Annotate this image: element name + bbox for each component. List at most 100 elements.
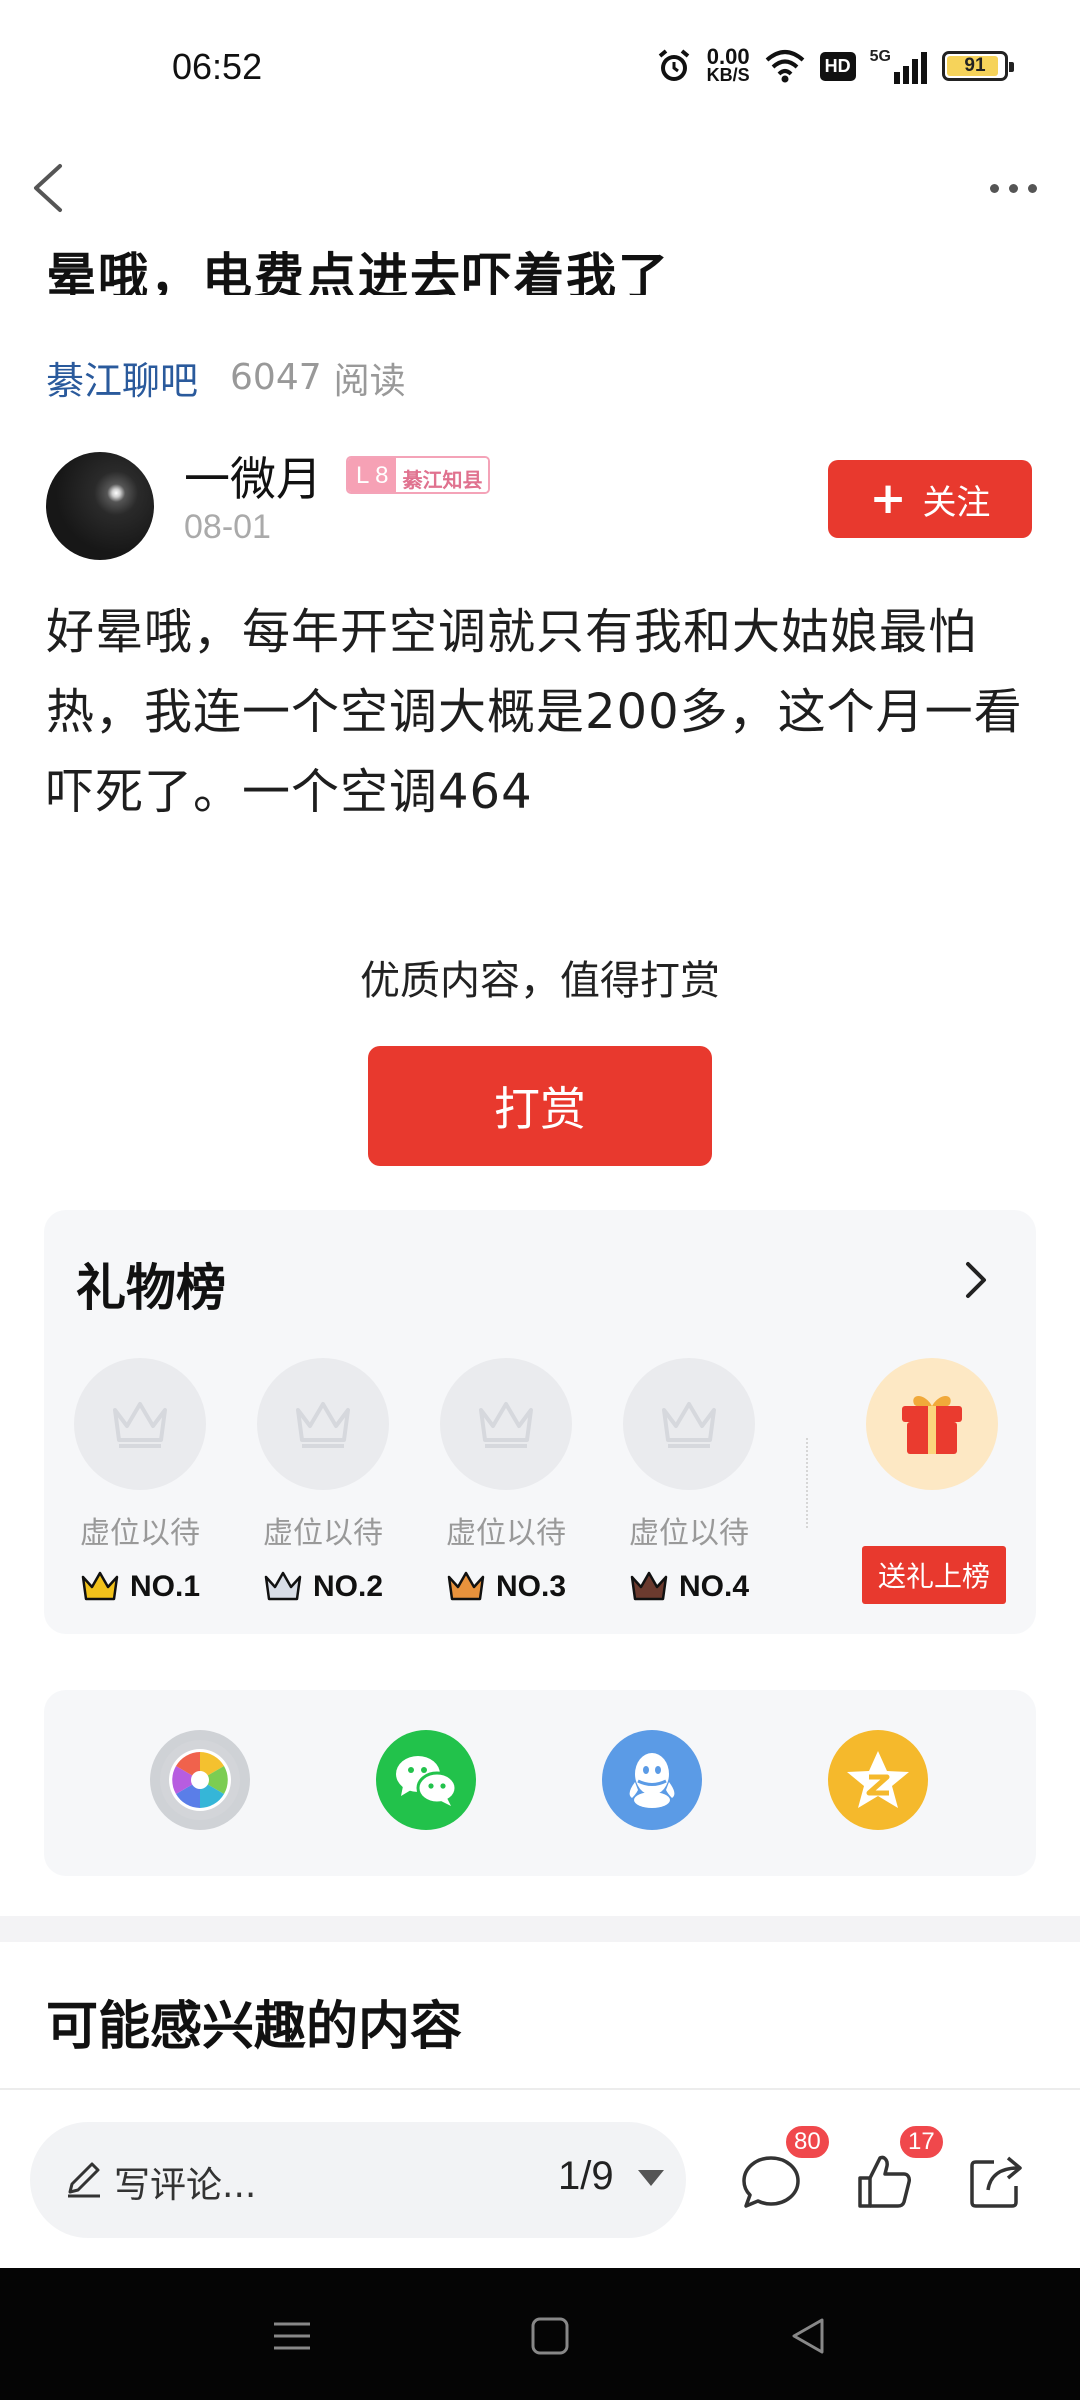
plus-icon: + [869,473,907,524]
net-speed-value: 0.00 [706,44,750,69]
slot-caption: 虚位以待 [263,1516,383,1551]
qq-icon [629,1753,675,1808]
caret-down-icon[interactable] [638,2170,664,2186]
net-speed-unit: KB/S [706,65,750,85]
empty-slot-avatar [623,1358,755,1490]
empty-slot-avatar [257,1358,389,1490]
crown-silver-icon [264,1571,302,1601]
rank-label: NO.4 [678,1570,750,1603]
share-qq-button[interactable] [602,1730,702,1830]
crown-outline-icon [479,1402,533,1448]
gift-slot-1[interactable]: 虚位以待 NO.1 [74,1358,206,1604]
gift-button[interactable] [866,1358,998,1490]
chevron-left-icon [34,164,62,212]
tip-prompt: 优质内容，值得打赏 [360,958,720,1004]
gift-board-title: 礼物榜 [76,1259,226,1317]
crown-outline-icon [662,1402,716,1448]
post-meta: 綦江聊吧 6047 阅读 [46,350,406,405]
post-title: 晕哦，电费点进去吓着我了 [46,225,1046,295]
forum-link[interactable]: 綦江聊吧 [46,350,198,405]
qzone-icon [847,1751,909,1808]
slot-rank: NO.3 [440,1570,572,1604]
share-wechat-button[interactable] [376,1730,476,1830]
comment-count-badge: 80 [784,2124,831,2160]
gift-slot-4[interactable]: 虚位以待 NO.4 [623,1358,755,1604]
gift-board-more-button[interactable] [956,1254,996,1306]
crown-bronze-icon [447,1571,485,1601]
like-count-badge: 17 [898,2124,945,2160]
tip-button[interactable]: 打赏 [368,1046,712,1166]
recommend-title: 可能感兴趣的内容 [46,1997,463,2057]
gift-divider [806,1438,808,1528]
section-separator [0,1916,1080,1942]
gift-box-icon [902,1396,962,1454]
slot-caption: 虚位以待 [80,1516,200,1551]
empty-slot-avatar [74,1358,206,1490]
slot-caption: 虚位以待 [629,1516,749,1551]
system-navigation-bar [0,2268,1080,2400]
comment-input[interactable]: 写评论... 1/9 [30,2122,686,2238]
battery-cap [1009,62,1014,72]
post-date: 08-01 [184,508,271,546]
follow-button[interactable]: + 关注 [828,460,1032,538]
level-badge: L 8 綦江知县 [346,456,491,494]
battery-icon: 91 [942,51,1014,81]
signal-icon [894,52,927,84]
signal-indicator: 5G [870,48,928,84]
more-dot-icon [989,183,999,193]
level-number: L 8 [348,458,397,492]
alarm-icon [658,49,689,81]
wifi-icon [765,50,804,83]
post-body: 好晕哦，每年开空调就只有我和大姑娘最怕热，我连一个空调大概是200多，这个月一看… [46,604,1023,820]
wechat-icon [396,1756,458,1806]
hd-indicator: HD [819,51,856,81]
share-panel [44,1690,1036,1876]
bottom-bar-divider [0,2088,1080,2090]
slot-rank: NO.1 [74,1570,206,1604]
send-gift-button[interactable]: 送礼上榜 [862,1546,1006,1604]
follow-label: 关注 [922,482,991,523]
network-type: 5G [869,48,891,65]
gift-slot-3[interactable]: 虚位以待 NO.3 [440,1358,572,1604]
crown-outline-icon [113,1402,167,1448]
gift-board: 礼物榜 虚位以待 NO.1 虚位以待 NO.2 虚位以待 NO.3 虚位以待 N… [44,1210,1036,1634]
slot-caption: 虚位以待 [446,1516,566,1551]
net-speed: 0.00 KB/S [706,44,750,85]
pen-icon [68,2162,100,2198]
share-icon [970,2156,1022,2208]
chevron-right-icon [966,1262,986,1298]
rank-label: NO.2 [312,1570,384,1603]
home-icon[interactable] [526,2312,574,2360]
read-count: 6047 [230,357,322,398]
crown-outline-icon [296,1402,350,1448]
level-title: 綦江知县 [396,458,489,492]
slot-rank: NO.4 [623,1570,755,1604]
status-bar: 06:52 0.00 KB/S HD 5G 91 [0,0,1080,140]
comment-placeholder: 写评论... [114,2165,257,2206]
battery-level: 91 [964,55,986,76]
menu-icon[interactable] [268,2312,316,2360]
crown-gold-icon [81,1571,119,1601]
back-triangle-icon[interactable] [784,2312,832,2360]
author-avatar[interactable] [46,452,154,560]
share-button[interactable] [964,2148,1030,2214]
more-options-button[interactable] [980,168,1046,208]
slot-rank: NO.2 [257,1570,389,1604]
back-button[interactable] [22,152,86,224]
rank-label: NO.3 [495,1570,567,1603]
share-moments-button[interactable] [150,1730,250,1830]
page-indicator[interactable]: 1/9 [558,2154,614,2199]
gift-slot-2[interactable]: 虚位以待 NO.2 [257,1358,389,1604]
post-title-text: 晕哦，电费点进去吓着我了 [46,248,670,295]
empty-slot-avatar [440,1358,572,1490]
more-dot-icon [1027,183,1037,193]
moments-icon [160,1740,240,1820]
share-qzone-button[interactable] [828,1730,928,1830]
read-label: 阅读 [333,360,406,402]
crown-dark-icon [630,1571,668,1601]
status-time: 06:52 [172,46,263,87]
status-icons: 0.00 KB/S HD 5G 91 [655,44,1014,88]
more-dot-icon [1008,183,1018,193]
author-name[interactable]: 一微月 [184,443,322,509]
rank-label: NO.1 [129,1570,201,1603]
